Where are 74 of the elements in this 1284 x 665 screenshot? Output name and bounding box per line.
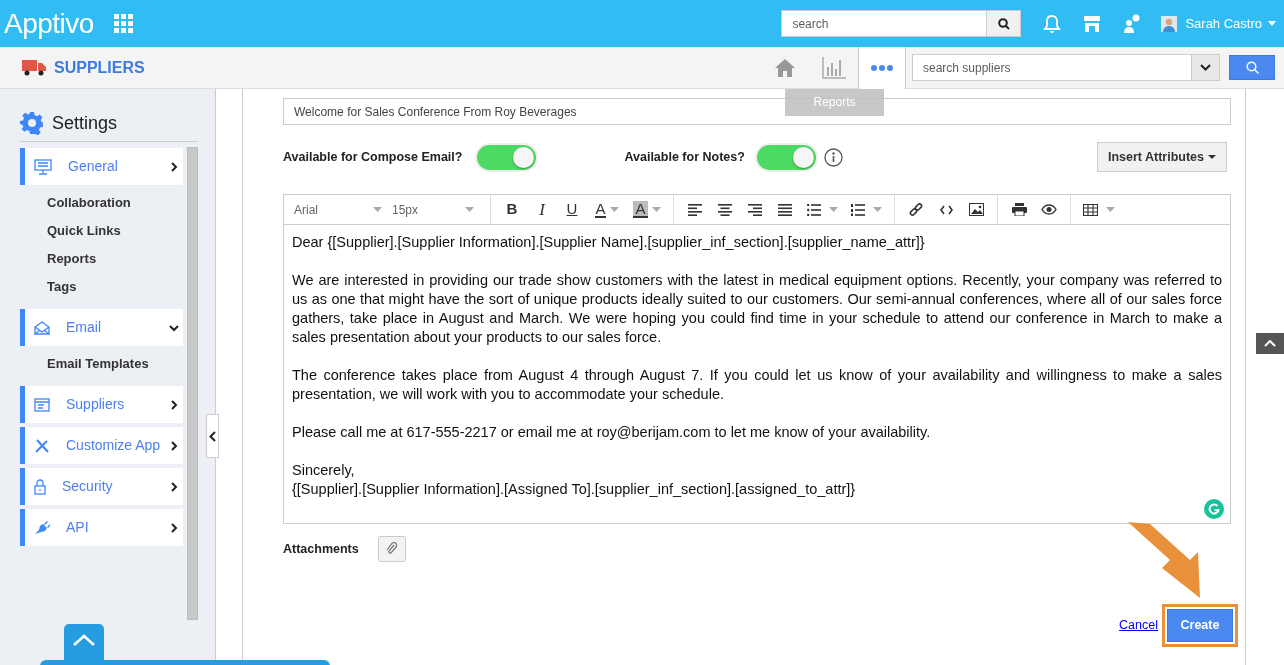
window-icon [34,397,50,412]
sidebar-item[interactable]: Email [20,309,183,346]
chevron-down-icon[interactable] [169,322,179,333]
chevron-right-icon[interactable] [169,522,179,533]
email-body[interactable]: Dear {[Supplier].[Supplier Information].[Supplier Name].[supplier_inf_section].[supplier_name_attr]} We are interested in providing our trade show customers with the latest in medical equipment options. Recently, your company was referred to us as one that might have the sort of unique products ideally suited to our customers. Our semi-annual conferences, where all of our sales force gathers, take place in August and March. We were hoping you could find time in your schedule to attend our conference in March to make a sales presentation about your products to our sales force. The conference takes place from August 4 through August 7. If you could let us know of your availability and willingness to make a sales presentation, we will work with you to accommodate your schedule. Please call me at 617-555-2217 or email me at roy@berijam.com to let me know of your availability. Sincerely, {[Supplier].[Supplier Information].[Assigned To].[supplier_inf_section].[assigned_to_attr]} [284,225,1230,523]
scroll-up-button[interactable] [1256,333,1284,354]
image-icon[interactable] [968,203,984,216]
chevron-down-icon[interactable] [1200,64,1211,71]
toggle-label: Available for Notes? [624,148,745,166]
align-justify-icon[interactable] [778,203,792,216]
truck-icon [22,59,46,76]
sidebar-title: Settings [52,111,118,135]
toggle-label: Available for Compose Email? [283,148,463,166]
search-icon[interactable] [997,17,1010,30]
paperclip-icon[interactable] [385,542,398,556]
font-select[interactable]: Arial [294,200,392,219]
table-icon[interactable] [1083,203,1098,216]
app-title: SUPPLIERS [54,57,145,78]
search-field[interactable]: search [781,10,988,37]
insert-attributes-button[interactable]: Insert Attributes [1096,142,1227,172]
align-center-icon[interactable] [718,203,732,216]
sidebar-subitem[interactable]: Quick Links [47,217,215,245]
chevron-right-icon[interactable] [169,440,179,451]
align-left-icon[interactable] [688,203,702,216]
highlight-button[interactable]: A [627,201,667,218]
underline-button[interactable]: U [557,198,587,221]
chevron-up-icon[interactable] [1264,340,1276,347]
caret-icon[interactable] [1208,155,1216,160]
italic-button[interactable]: I [527,196,557,223]
avatar-icon[interactable] [1161,15,1178,32]
attachments-label: Attachments [283,540,359,558]
align-right-icon[interactable] [748,203,762,216]
sidebar-subitem[interactable]: Tags [47,273,215,301]
bold-button[interactable]: B [497,198,527,221]
lock-icon [34,478,46,495]
info-icon[interactable] [823,147,843,167]
chevron-right-icon[interactable] [169,399,179,410]
sidebar-subitem[interactable]: Reports [47,245,215,273]
text-color-button[interactable]: A [587,201,627,218]
more-icon[interactable] [871,64,893,71]
toggle-switch[interactable] [477,144,537,170]
scrollbar[interactable] [187,147,198,620]
chevron-right-icon[interactable] [169,481,179,492]
font-size-select[interactable]: 15px [392,200,484,219]
sidebar-item[interactable]: Security [20,468,183,505]
tooltip: Reports [785,88,884,116]
cancel-link[interactable]: Cancel [1119,616,1158,635]
grammar-check-icon[interactable] [1204,499,1224,519]
sidebar-item[interactable]: API [20,509,183,546]
sidebar-subitem[interactable]: Email Templates [47,350,215,378]
search-button[interactable] [987,10,1022,37]
sidebar-item[interactable]: Customize App [20,427,183,464]
eye-icon[interactable] [1041,204,1057,215]
envelope-icon [34,320,50,335]
print-icon[interactable] [1011,203,1027,216]
monitor-icon [34,158,52,175]
link-icon[interactable] [909,202,923,217]
home-icon[interactable] [774,57,796,78]
settings-icon [20,111,44,135]
sidebar-item[interactable]: Suppliers [20,386,183,423]
chevron-left-icon[interactable] [209,430,216,442]
bullet-list-icon[interactable] [806,203,821,216]
numbered-list-icon[interactable] [850,203,865,216]
search-suppliers-field[interactable]: search suppliers [912,54,1192,81]
collapse-handle[interactable] [206,414,219,458]
scroll-up-button[interactable] [64,624,104,660]
plug-icon [34,520,50,535]
sidebar-subitem[interactable]: Collaboration [47,189,215,217]
chevron-right-icon[interactable] [169,161,179,172]
attach-button[interactable] [377,536,406,562]
sidebar-item[interactable]: General [20,148,183,185]
toggle-switch[interactable] [756,144,816,170]
code-icon[interactable] [939,204,953,215]
dropdown-button[interactable] [1192,54,1220,81]
